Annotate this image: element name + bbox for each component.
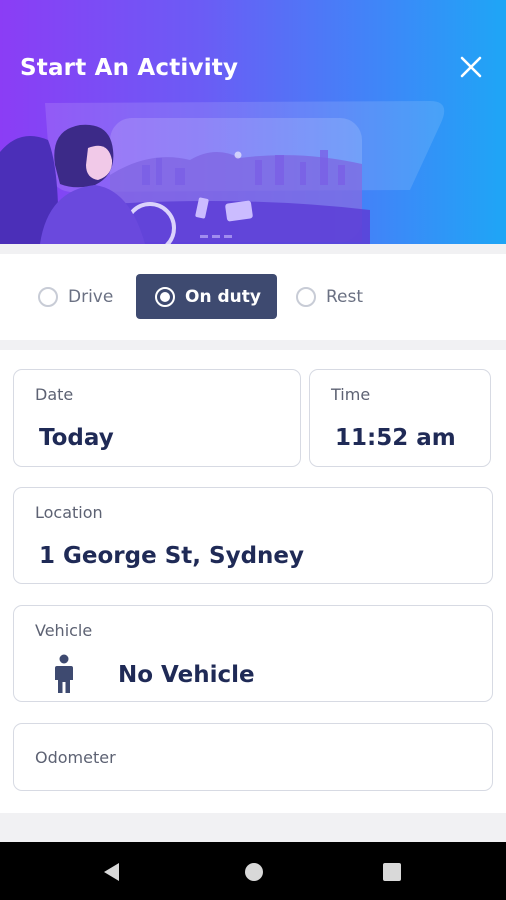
location-label: Location: [35, 503, 103, 522]
person-icon: [55, 654, 73, 693]
home-icon[interactable]: [243, 861, 265, 883]
on-duty-radio[interactable]: [155, 286, 175, 307]
drive-radio[interactable]: [38, 286, 58, 307]
drive-label: Drive: [68, 286, 114, 307]
rest-label: Rest: [326, 286, 364, 307]
android-nav-bar: [0, 842, 506, 900]
activity-form: Date Today Time 11:52 am Location 1 Geor…: [0, 350, 506, 813]
vehicle-field[interactable]: Vehicle No Vehicle: [13, 605, 493, 702]
driver-illustration: [0, 101, 445, 244]
mode-rest-option[interactable]: Rest: [296, 274, 363, 319]
vehicle-label: Vehicle: [35, 621, 93, 640]
odometer-field[interactable]: Odometer: [13, 723, 493, 791]
date-value: Today: [39, 425, 114, 451]
recents-icon[interactable]: [382, 862, 402, 882]
location-value: 1 George St, Sydney: [39, 543, 304, 569]
close-icon: [460, 56, 482, 78]
time-label: Time: [331, 385, 371, 404]
date-label: Date: [35, 385, 74, 404]
vehicle-value: No Vehicle: [118, 662, 255, 688]
close-button[interactable]: [454, 50, 488, 84]
odometer-label: Odometer: [35, 748, 116, 767]
time-value: 11:52 am: [335, 425, 456, 451]
on-duty-label: On duty: [185, 286, 261, 307]
mode-on-duty-option[interactable]: On duty: [136, 274, 277, 319]
time-field[interactable]: Time 11:52 am: [309, 369, 491, 467]
location-field[interactable]: Location 1 George St, Sydney: [13, 487, 493, 584]
back-icon[interactable]: [101, 861, 123, 883]
date-field[interactable]: Date Today: [13, 369, 301, 467]
activity-mode-selector: Drive On duty Rest: [0, 254, 506, 340]
mode-drive-option[interactable]: Drive: [38, 274, 113, 319]
rest-radio[interactable]: [296, 286, 316, 307]
page-title: Start An Activity: [20, 55, 239, 81]
header-banner: Start An Activity: [0, 0, 506, 244]
